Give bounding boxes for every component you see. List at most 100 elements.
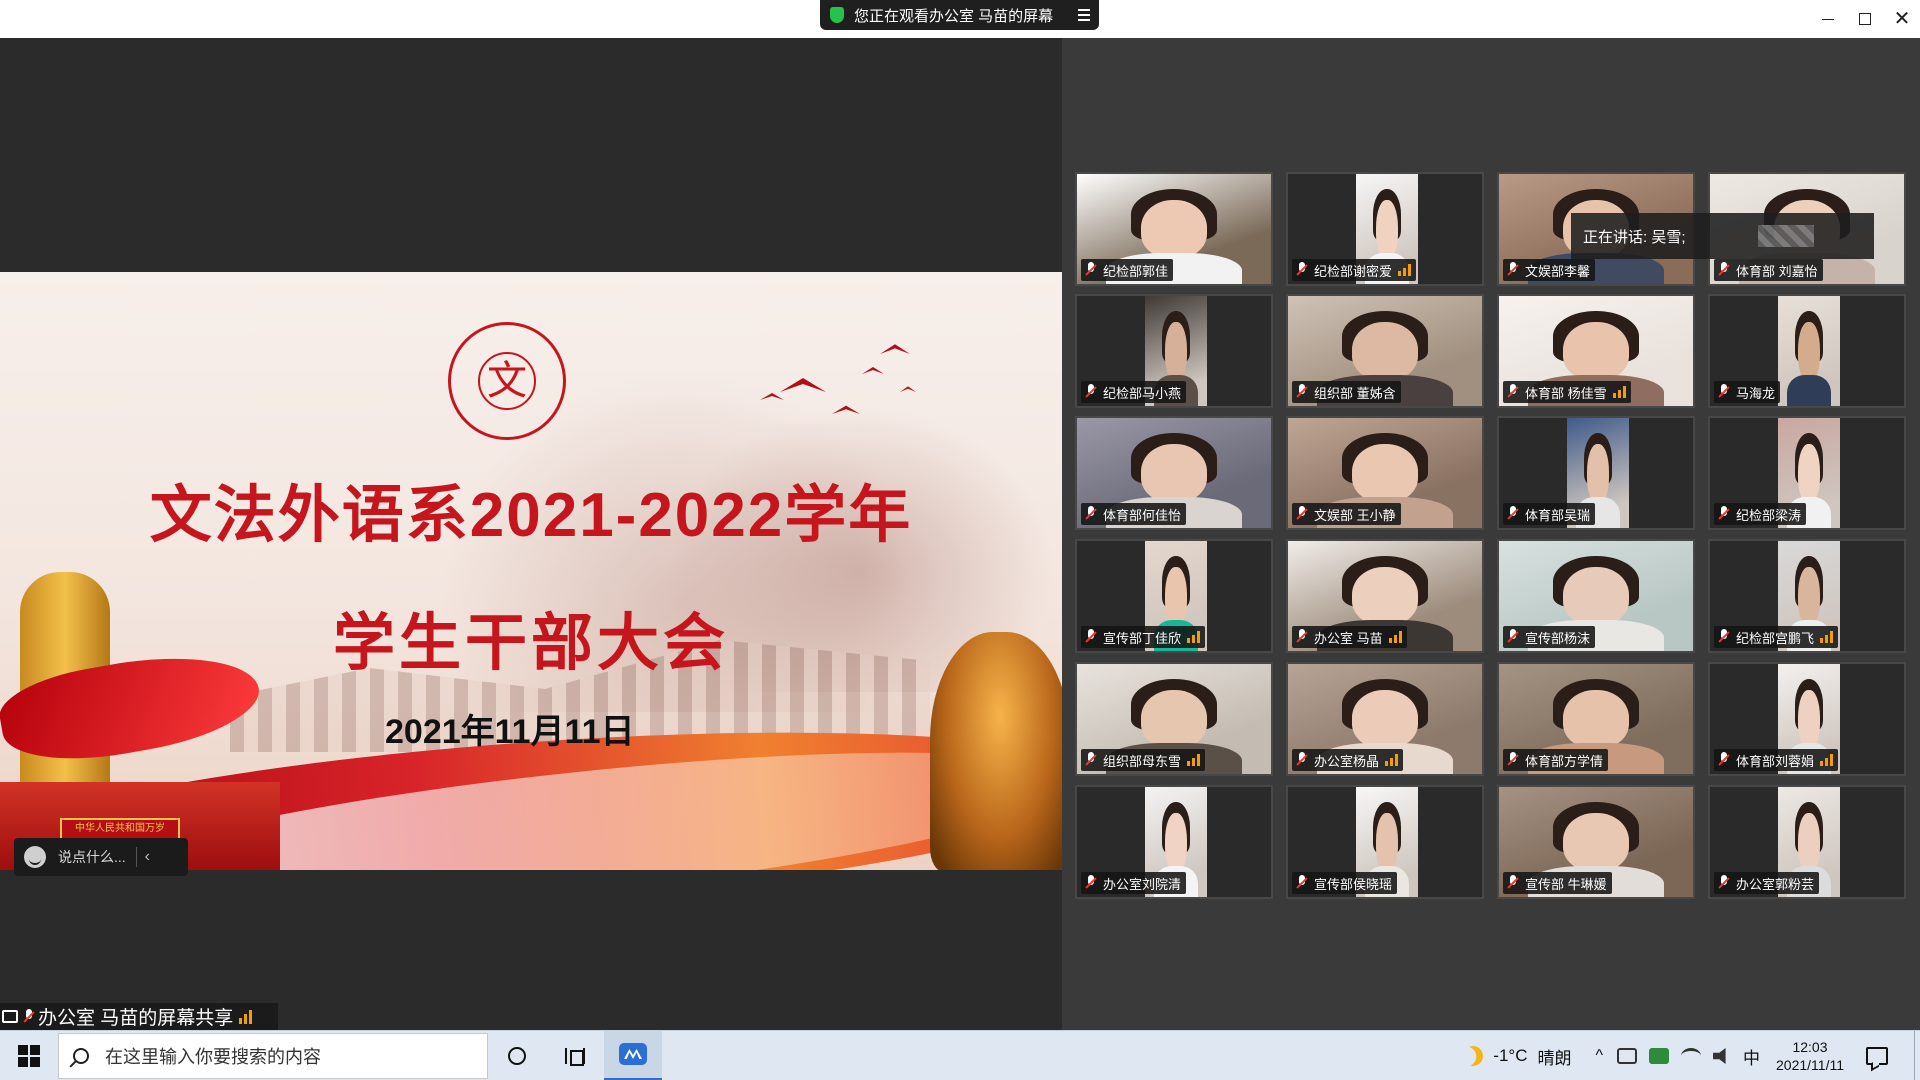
participant-tile[interactable]: 体育部方学倩 <box>1497 662 1695 776</box>
signal-bars-icon <box>1820 754 1834 766</box>
participant-tile[interactable]: 办公室郭粉芸 <box>1708 785 1906 899</box>
mic-muted-icon <box>1717 506 1731 522</box>
participant-tile[interactable]: 体育部吴瑞 <box>1497 416 1695 530</box>
participant-tile[interactable]: 体育部 杨佳雪 <box>1497 294 1695 408</box>
participant-tile[interactable]: 纪检部谢密爱 <box>1286 172 1484 286</box>
participant-face <box>1563 567 1629 625</box>
participant-tile[interactable]: 组织部母东雪 <box>1075 662 1273 776</box>
network-icon[interactable] <box>1617 1048 1637 1064</box>
chat-input[interactable]: 说点什么... <box>58 847 126 867</box>
participant-name-tag: 纪检部马小燕 <box>1081 381 1187 403</box>
maximize-button[interactable] <box>1847 0 1883 38</box>
speaker-icon[interactable] <box>1713 1048 1726 1064</box>
chevron-up-icon[interactable]: ^ <box>1595 1047 1603 1065</box>
task-view-button[interactable] <box>546 1031 604 1080</box>
mic-muted-icon <box>1717 752 1731 768</box>
participant-name: 纪检部宫鹏飞 <box>1736 630 1815 646</box>
participant-tile[interactable]: 宣传部侯晓瑶 <box>1286 785 1484 899</box>
show-desktop-button[interactable] <box>1914 1031 1920 1080</box>
cortana-button[interactable] <box>488 1031 546 1080</box>
emoji-icon[interactable] <box>24 846 46 868</box>
participant-face <box>1563 813 1629 871</box>
participant-tile[interactable]: 纪检部马小燕 <box>1075 294 1273 408</box>
participant-face <box>1352 567 1418 625</box>
participant-face <box>1563 690 1629 748</box>
participant-tile[interactable]: 办公室刘院清 <box>1075 785 1273 899</box>
slide-date: 2021年11月11日 <box>385 713 635 751</box>
participant-tile[interactable]: 体育部刘蓉娟 <box>1708 662 1906 776</box>
mic-muted-icon <box>1506 629 1520 645</box>
menu-icon[interactable] <box>1069 0 1099 30</box>
participant-face <box>1376 813 1398 871</box>
participant-face <box>1798 444 1820 502</box>
participant-name-tag: 体育部 杨佳雪 <box>1503 381 1631 403</box>
mic-muted-icon <box>1295 506 1309 522</box>
participant-name: 体育部刘蓉娟 <box>1736 753 1815 769</box>
participant-name: 宣传部丁佳欣 <box>1103 630 1182 646</box>
windows-start-icon <box>18 1044 40 1067</box>
close-button[interactable]: ✕ <box>1884 0 1920 38</box>
shared-screen-area: 中华人民共和国万岁 文 文法外语系2021-2022学年 学生干部大会 2021… <box>0 38 1062 1030</box>
minimize-button[interactable] <box>1810 0 1846 38</box>
participant-name: 体育部 刘嘉怡 <box>1736 263 1818 279</box>
participant-name-tag: 文娱部 王小静 <box>1292 503 1401 525</box>
chevron-left-icon[interactable]: ‹ <box>145 848 150 866</box>
moon-icon[interactable] <box>1460 1042 1487 1069</box>
presentation-slide: 中华人民共和国万岁 文 文法外语系2021-2022学年 学生干部大会 2021… <box>0 272 1062 870</box>
shield-icon <box>830 7 844 23</box>
notification-icon[interactable] <box>1866 1047 1888 1065</box>
mic-muted-icon <box>1717 262 1731 278</box>
clock-time: 12:03 <box>1792 1039 1828 1055</box>
screen-share-owner-label: 办公室 马苗的屏幕共享 <box>0 1003 278 1030</box>
participant-name: 马海龙 <box>1736 385 1776 401</box>
windows-taskbar: 在这里输入你要搜索的内容 -1°C 晴朗 ^ 中 12:03 2021/11/1… <box>0 1030 1920 1080</box>
screen-share-notice[interactable]: 您正在观看办公室 马苗的屏幕 <box>820 0 1099 30</box>
mic-muted-icon <box>1295 875 1309 891</box>
security-icon[interactable] <box>1649 1048 1669 1064</box>
meeting-app-taskbar-button[interactable] <box>604 1030 662 1080</box>
taskbar-search-box[interactable]: 在这里输入你要搜索的内容 <box>58 1032 488 1079</box>
chat-input-bar[interactable]: 说点什么... ‹ <box>14 838 188 876</box>
participant-tile[interactable]: 组织部 董姊含 <box>1286 294 1484 408</box>
participant-tile[interactable]: 纪检部梁涛 <box>1708 416 1906 530</box>
taskbar-clock[interactable]: 12:03 2021/11/11 <box>1776 1038 1844 1074</box>
mic-muted-icon <box>1084 384 1098 400</box>
participant-name-tag: 办公室 马苗 <box>1292 626 1407 648</box>
participant-tile[interactable]: 宣传部杨沫 <box>1497 539 1695 653</box>
start-button[interactable] <box>0 1031 58 1080</box>
mic-muted-icon <box>1717 384 1731 400</box>
participant-name-tag: 纪检部宫鹏飞 <box>1714 626 1839 648</box>
participant-name-tag: 组织部母东雪 <box>1081 749 1206 771</box>
participant-name: 宣传部杨沫 <box>1525 630 1591 646</box>
participant-tile[interactable]: 文娱部 王小静 <box>1286 416 1484 530</box>
mic-muted-icon <box>1506 875 1520 891</box>
slide-subtitle: 学生干部大会 <box>332 609 729 678</box>
wifi-icon[interactable] <box>1681 1048 1701 1064</box>
signal-bars-icon <box>239 1009 253 1024</box>
participant-name-tag: 纪检部谢密爱 <box>1292 259 1417 281</box>
participant-tile[interactable]: 宣传部 牛琳媛 <box>1497 785 1695 899</box>
weather-temperature[interactable]: -1°C <box>1493 1046 1527 1066</box>
participant-tile[interactable]: 办公室杨晶 <box>1286 662 1484 776</box>
participant-tile[interactable]: 纪检部郭佳 <box>1075 172 1273 286</box>
participant-tile[interactable]: 纪检部宫鹏飞 <box>1708 539 1906 653</box>
participant-face <box>1587 444 1609 502</box>
participant-name-tag: 纪检部梁涛 <box>1714 503 1807 525</box>
input-method-indicator[interactable]: 中 <box>1743 1044 1760 1069</box>
participant-name-tag: 体育部 刘嘉怡 <box>1714 259 1823 281</box>
participant-name-tag: 体育部何佳怡 <box>1081 503 1187 525</box>
sharer-name: 办公室 马苗的屏幕共享 <box>38 1008 234 1029</box>
task-view-icon <box>565 1047 585 1066</box>
share-notice-text: 您正在观看办公室 马苗的屏幕 <box>854 7 1054 25</box>
participant-face <box>1376 200 1398 258</box>
participant-tile[interactable]: 办公室 马苗 <box>1286 539 1484 653</box>
participant-tile[interactable]: 体育部何佳怡 <box>1075 416 1273 530</box>
signal-bars-icon <box>1187 631 1201 643</box>
participant-face <box>1165 567 1187 625</box>
participant-tile[interactable]: 马海龙 <box>1708 294 1906 408</box>
weather-description[interactable]: 晴朗 <box>1537 1044 1571 1069</box>
participant-tile[interactable]: 宣传部丁佳欣 <box>1075 539 1273 653</box>
participant-name: 宣传部 牛琳媛 <box>1525 876 1607 892</box>
participant-name: 办公室 马苗 <box>1314 630 1383 646</box>
window-title-bar: 您正在观看办公室 马苗的屏幕 ✕ <box>0 0 1920 38</box>
